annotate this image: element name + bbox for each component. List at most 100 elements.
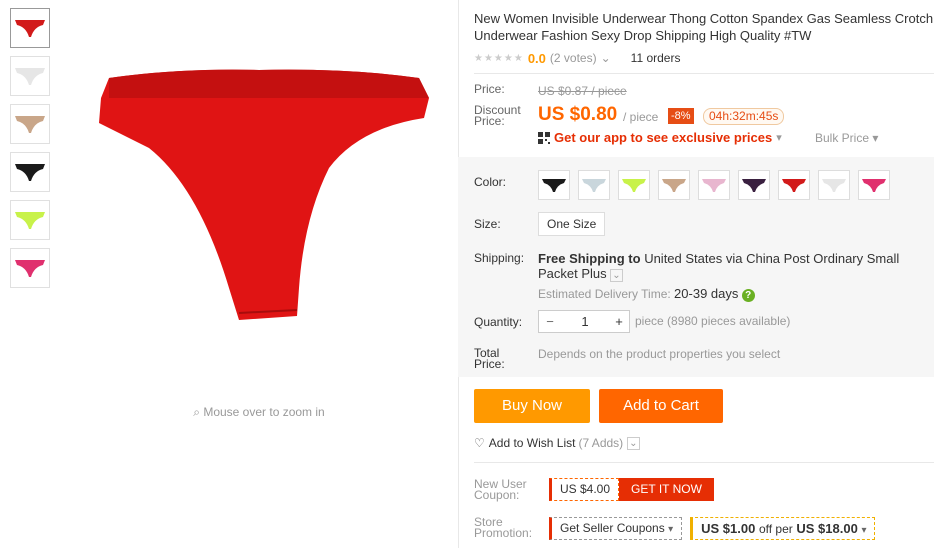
divider	[474, 73, 934, 74]
thumbnail-black[interactable]	[10, 152, 50, 192]
thumb-panty-icon	[15, 164, 45, 181]
zoom-hint-text: Mouse over to zoom in	[203, 405, 325, 419]
free-shipping-text: Free Shipping to	[538, 251, 641, 266]
heart-icon: ♡	[474, 436, 485, 450]
swatch-panty-icon	[622, 179, 646, 192]
countdown-timer: 04h:32m:45s	[703, 108, 785, 125]
thumbnail-red[interactable]	[10, 8, 50, 48]
coupon-value: US $4.00	[549, 478, 620, 501]
rating-row: ★★★★★ 0.0 (2 votes) ⌄ 11 orders	[474, 49, 934, 67]
store-promo-label-2: Promotion:	[474, 526, 533, 540]
search-icon: ⌕	[193, 405, 204, 419]
color-label: Color:	[474, 175, 507, 189]
divider	[474, 462, 934, 463]
wishlist-caret-icon[interactable]: ⌄	[627, 436, 640, 450]
thumb-panty-icon	[15, 212, 45, 229]
buy-now-button[interactable]: Buy Now	[474, 389, 590, 423]
swatch-panty-icon	[742, 179, 766, 192]
star-rating-icon: ★★★★★	[474, 52, 524, 64]
discount-badge: -8%	[668, 108, 694, 124]
store-promotion: Get Seller Coupons ▾ US $1.00 off per US…	[549, 517, 876, 540]
new-user-coupon: US $4.00 GET IT NOW	[549, 478, 714, 501]
color-swatch[interactable]	[618, 170, 650, 200]
total-price-label-2: Price:	[474, 357, 505, 371]
thumbnail-pink[interactable]	[10, 248, 50, 288]
original-price: US $0.87 / piece	[538, 84, 627, 98]
seller-coupons-dropdown[interactable]: Get Seller Coupons ▾	[549, 517, 683, 540]
offer-caret-icon: ▾	[861, 525, 867, 536]
seller-coupons-label: Get Seller Coupons	[560, 521, 665, 535]
thumbnail-white[interactable]	[10, 56, 50, 96]
shipping-info: Free Shipping to United States via China…	[538, 251, 934, 283]
offer-text: off per	[758, 522, 793, 536]
product-info: New Women Invisible Underwear Thong Cott…	[474, 0, 934, 67]
votes-caret-icon[interactable]: ⌄	[601, 51, 611, 65]
add-to-cart-button[interactable]: Add to Cart	[599, 389, 723, 423]
product-photo-panty	[99, 69, 429, 321]
thumb-panty-icon	[15, 68, 45, 85]
color-swatch[interactable]	[858, 170, 890, 200]
discount-price-label-2: Price:	[474, 114, 505, 128]
rating-value: 0.0	[527, 50, 546, 66]
store-offer[interactable]: US $1.00 off per US $18.00 ▾	[690, 517, 876, 540]
thumbnail-beige[interactable]	[10, 104, 50, 144]
color-swatch[interactable]	[738, 170, 770, 200]
size-label: Size:	[474, 217, 501, 231]
thumbnail-list	[10, 8, 50, 296]
swatch-panty-icon	[702, 179, 726, 192]
get-it-now-button[interactable]: GET IT NOW	[619, 478, 714, 501]
orders-count: 11 orders	[630, 51, 681, 65]
wishlist-count: (7 Adds)	[578, 436, 624, 450]
color-swatch[interactable]	[658, 170, 690, 200]
color-swatch[interactable]	[538, 170, 570, 200]
color-swatch[interactable]	[698, 170, 730, 200]
color-swatches	[538, 170, 898, 200]
swatch-panty-icon	[822, 179, 846, 192]
app-promo[interactable]: Get our app to see exclusive prices ▾	[538, 130, 782, 145]
bulk-price-dropdown[interactable]: Bulk Price ▾	[815, 131, 878, 145]
current-price: US $0.80	[538, 104, 618, 125]
app-promo-text: Get our app to see exclusive prices	[554, 130, 773, 145]
quantity-stepper: − 1 +	[538, 310, 630, 333]
wishlist-label: Add to Wish List	[488, 436, 576, 450]
votes-link[interactable]: (2 votes)	[550, 51, 597, 65]
swatch-panty-icon	[582, 179, 606, 192]
title-line-1: New Women Invisible Underwear Thong Cott…	[474, 11, 934, 26]
app-promo-caret-icon: ▾	[776, 132, 782, 144]
seller-caret-icon: ▾	[668, 524, 674, 535]
size-option[interactable]: One Size	[538, 212, 606, 236]
main-product-image[interactable]	[60, 8, 458, 388]
color-swatch[interactable]	[818, 170, 850, 200]
shipping-caret-icon[interactable]: ⌄	[610, 269, 623, 282]
product-title: New Women Invisible Underwear Thong Cott…	[474, 10, 934, 44]
plus-button[interactable]: +	[609, 314, 629, 329]
offer-amount: US $1.00	[701, 521, 756, 536]
total-price-value: Depends on the product properties you se…	[538, 347, 781, 361]
delivery-value: 20-39 days	[674, 286, 739, 301]
offer-minimum: US $18.00	[796, 521, 858, 536]
shipping-label: Shipping:	[474, 251, 525, 265]
thumbnail-lime[interactable]	[10, 200, 50, 240]
price-label: Price:	[474, 82, 505, 96]
swatch-panty-icon	[862, 179, 886, 192]
delivery-estimate: Estimated Delivery Time: 20-39 days ?	[538, 286, 755, 302]
quantity-input[interactable]: 1	[561, 314, 609, 329]
wishlist-row[interactable]: ♡ Add to Wish List (7 Adds) ⌄	[474, 436, 640, 450]
minus-button[interactable]: −	[539, 314, 561, 329]
delivery-label: Estimated Delivery Time:	[538, 287, 671, 301]
quantity-available: piece (8980 pieces available)	[635, 314, 791, 328]
title-line-2: Underwear Fashion Sexy Drop Shipping Hig…	[474, 28, 812, 43]
color-swatch[interactable]	[578, 170, 610, 200]
help-icon[interactable]: ?	[741, 289, 755, 302]
swatch-panty-icon	[782, 179, 806, 192]
product-page: ⌕ Mouse over to zoom in New Women Invisi…	[0, 0, 934, 548]
quantity-label: Quantity:	[474, 315, 523, 329]
zoom-hint: ⌕ Mouse over to zoom in	[60, 405, 458, 420]
color-swatch[interactable]	[778, 170, 810, 200]
thumb-panty-icon	[15, 20, 45, 37]
new-user-label-2: Coupon:	[474, 488, 520, 502]
swatch-panty-icon	[662, 179, 686, 192]
price-unit: / piece	[623, 110, 659, 124]
qr-code-icon	[538, 131, 550, 144]
thumb-panty-icon	[15, 116, 45, 133]
